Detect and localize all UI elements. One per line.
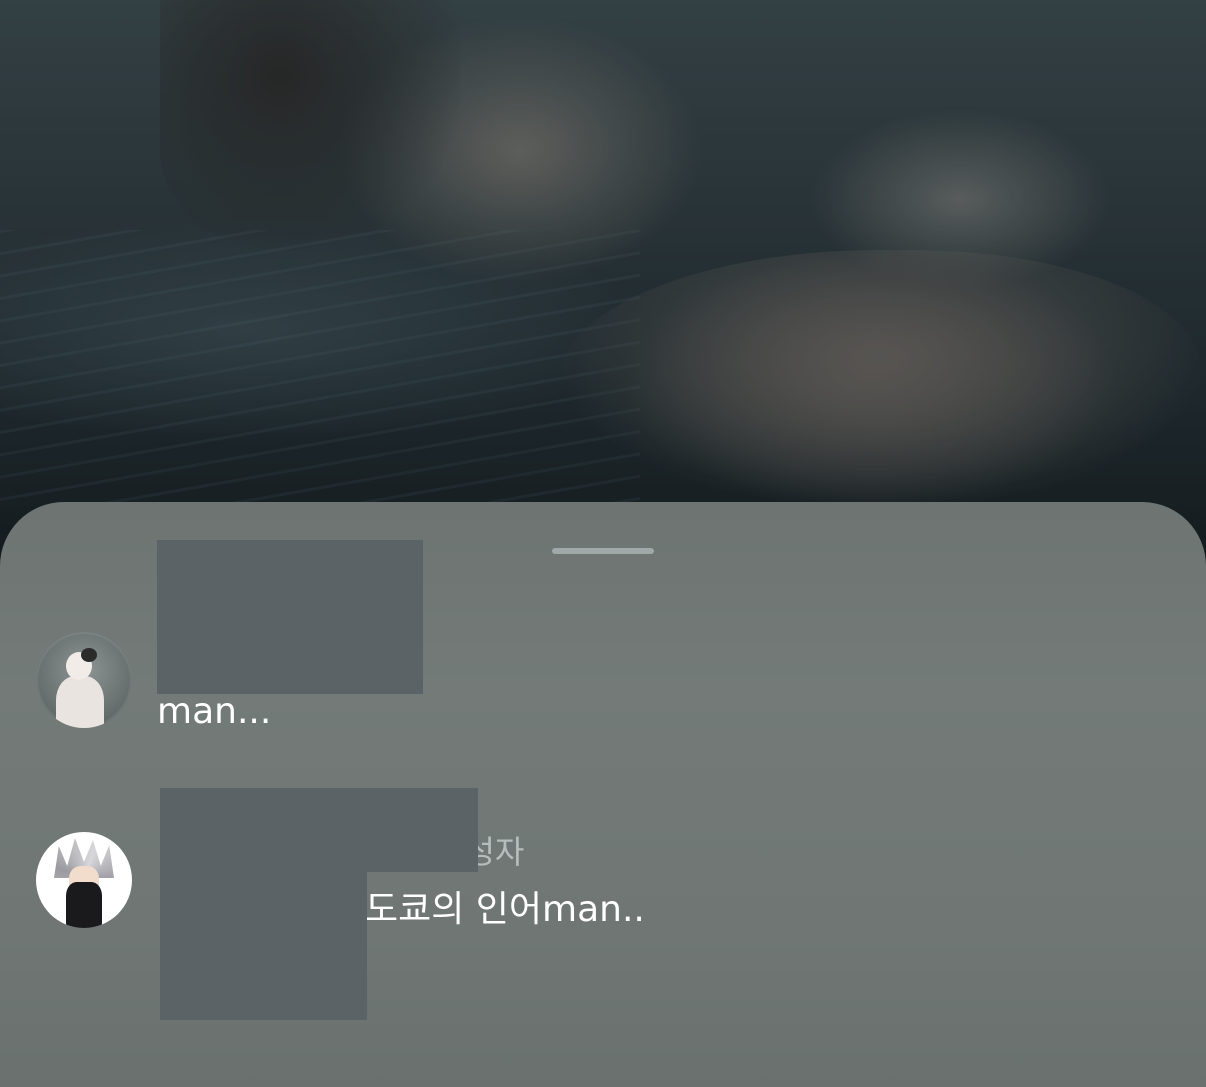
avatar-figure-mask	[66, 882, 102, 928]
user-avatar-icon[interactable]	[36, 832, 132, 928]
redacted-content	[160, 872, 367, 1020]
redacted-username	[160, 788, 478, 872]
sheet-drag-handle[interactable]	[552, 548, 654, 554]
avatar-figure-hair	[81, 648, 97, 662]
screen: man... 작성자 도쿄의 인어man..	[0, 0, 1206, 1087]
user-avatar-icon[interactable]	[36, 632, 132, 728]
comments-sheet[interactable]: man... 작성자 도쿄의 인어man..	[0, 502, 1206, 1087]
comment-text: 도쿄의 인어man..	[365, 889, 645, 930]
comment-text: man...	[157, 691, 272, 732]
redacted-username	[157, 540, 423, 694]
avatar-figure-body	[56, 676, 104, 728]
